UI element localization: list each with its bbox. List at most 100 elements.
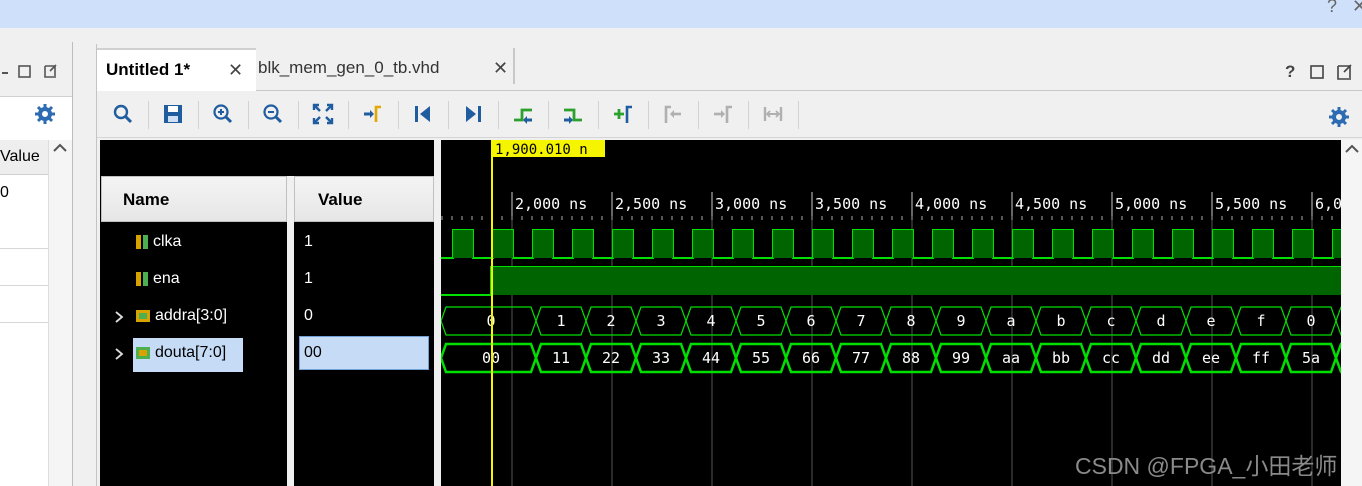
clka-high-fill xyxy=(853,230,873,258)
waveform-plot[interactable]: 2,000 ns 2,500 ns 3,000 ns 3,500 ns 4,000 ns… xyxy=(441,140,1341,486)
douta-value-label: 66 xyxy=(802,349,820,367)
toolbar-separator xyxy=(548,101,549,129)
next-marker-icon[interactable] xyxy=(706,97,740,131)
chevron-up-icon[interactable] xyxy=(1341,140,1362,158)
zoom-fit-icon[interactable] xyxy=(306,97,340,131)
left-panel-header xyxy=(0,42,72,124)
signal-addra[interactable]: addra[3:0] xyxy=(135,304,227,328)
gear-icon[interactable] xyxy=(1329,107,1349,127)
close-icon[interactable]: ✕ xyxy=(228,50,243,90)
next-transition-icon[interactable] xyxy=(556,97,590,131)
signal-ena[interactable]: ena xyxy=(135,267,180,291)
cursor-time-label: 1,900.010 n xyxy=(495,142,588,158)
toolbar-separator xyxy=(148,101,149,129)
douta-value-label: 33 xyxy=(652,349,670,367)
signal-value: 0 xyxy=(304,307,313,324)
previous-transition-icon[interactable] xyxy=(506,97,540,131)
gear-icon[interactable] xyxy=(35,104,55,124)
close-icon[interactable]: ✕ xyxy=(493,48,508,88)
douta-value-label: cc xyxy=(1102,349,1120,367)
douta-value-label: 44 xyxy=(702,349,720,367)
left-value-column-header[interactable]: Value xyxy=(0,140,48,175)
window-controls-icon[interactable] xyxy=(0,62,72,82)
left-value-cell: 0 xyxy=(0,184,9,201)
left-row xyxy=(0,212,48,249)
douta-value-label: 11 xyxy=(552,349,570,367)
previous-marker-icon[interactable] xyxy=(656,97,690,131)
toolbar-separator xyxy=(498,101,499,129)
clka-high-fill xyxy=(453,230,473,258)
search-icon[interactable] xyxy=(106,97,140,131)
clka-high-fill xyxy=(973,230,993,258)
go-to-cursor-icon[interactable] xyxy=(356,97,390,131)
tab-blk-mem-gen-tb[interactable]: blk_mem_gen_0_tb.vhd ✕ xyxy=(249,48,520,90)
column-divider[interactable] xyxy=(287,176,294,486)
addra-value-label: 1 xyxy=(556,312,565,330)
add-marker-icon[interactable] xyxy=(606,97,640,131)
zoom-out-icon[interactable] xyxy=(256,97,290,131)
clka-high-fill xyxy=(773,230,793,258)
addra-value-label: b xyxy=(1056,312,1065,330)
clka-high-fill xyxy=(493,230,513,258)
douta-value-label: bb xyxy=(1052,349,1070,367)
panel-divider[interactable] xyxy=(434,140,441,486)
ruler-tick-label: 5,000 ns xyxy=(1115,195,1187,213)
addra-value-label: 5 xyxy=(756,312,765,330)
signal-name: ena xyxy=(153,270,180,287)
toolbar-separator xyxy=(698,101,699,129)
addra-value-label: 2 xyxy=(606,312,615,330)
left-panel: Value 0 xyxy=(0,42,73,486)
close-icon[interactable]: ✕ xyxy=(1352,0,1362,17)
go-to-end-icon[interactable] xyxy=(456,97,490,131)
swap-cursors-icon[interactable] xyxy=(756,97,790,131)
signal-name: douta[7:0] xyxy=(155,344,227,361)
chevron-right-icon[interactable] xyxy=(113,310,125,324)
addra-value-label: 4 xyxy=(706,312,715,330)
left-scrollbar[interactable] xyxy=(48,140,72,486)
value-column-header[interactable]: Value xyxy=(294,176,434,222)
signal-clka[interactable]: clka xyxy=(135,230,181,254)
tab-untitled-1[interactable]: Untitled 1* ✕ xyxy=(97,48,256,92)
watermark: CSDN @FPGA_小田老师 xyxy=(1075,453,1338,479)
tab-label: Untitled 1* xyxy=(106,60,191,79)
clka-high-fill xyxy=(813,230,833,258)
clka-high-fill xyxy=(933,230,953,258)
signal-douta[interactable]: douta[7:0] xyxy=(135,341,226,365)
ruler-tick-label: 2,500 ns xyxy=(615,195,687,213)
ruler-tick-label: 2,000 ns xyxy=(515,195,587,213)
douta-value-label: 77 xyxy=(852,349,870,367)
clka-high-fill xyxy=(1093,230,1113,258)
name-column-header[interactable]: Name xyxy=(101,176,287,222)
clka-high-fill xyxy=(1253,230,1273,258)
toolbar-separator xyxy=(448,101,449,129)
toolbar-separator xyxy=(648,101,649,129)
chevron-up-icon[interactable] xyxy=(49,140,71,156)
douta-value-label: 22 xyxy=(602,349,620,367)
ruler-tick-label: 4,500 ns xyxy=(1015,195,1087,213)
go-to-start-icon[interactable] xyxy=(406,97,440,131)
bus-signal-icon xyxy=(136,309,150,322)
toolbar-separator xyxy=(298,101,299,129)
clka-high-fill xyxy=(693,230,713,258)
window-controls-icon[interactable]: ? xyxy=(1283,62,1359,82)
bit-signal-icon xyxy=(136,271,148,286)
vertical-scrollbar[interactable] xyxy=(1341,140,1362,486)
tab-separator xyxy=(513,48,515,84)
waveform-canvas[interactable]: 2,000 ns 2,500 ns 3,000 ns 3,500 ns 4,000 ns… xyxy=(441,140,1341,486)
zoom-in-icon[interactable] xyxy=(206,97,240,131)
save-icon[interactable] xyxy=(156,97,190,131)
addra-value-label: 8 xyxy=(906,312,915,330)
chevron-right-icon[interactable] xyxy=(113,347,125,361)
douta-value-label: ff xyxy=(1252,349,1270,367)
addra-value-label: f xyxy=(1256,312,1265,330)
douta-value-label: 5a xyxy=(1302,349,1320,367)
signal-value: 1 xyxy=(304,270,313,287)
clka-high-fill xyxy=(1013,230,1033,258)
ruler-tick-label: 4,000 ns xyxy=(915,195,987,213)
help-icon[interactable]: ? xyxy=(1327,0,1337,17)
ena-high-fill xyxy=(491,267,1341,295)
signal-name: clka xyxy=(153,233,182,250)
douta-value-label: aa xyxy=(1002,349,1020,367)
addra-value-label: e xyxy=(1206,312,1215,330)
clka-high-fill xyxy=(573,230,593,258)
